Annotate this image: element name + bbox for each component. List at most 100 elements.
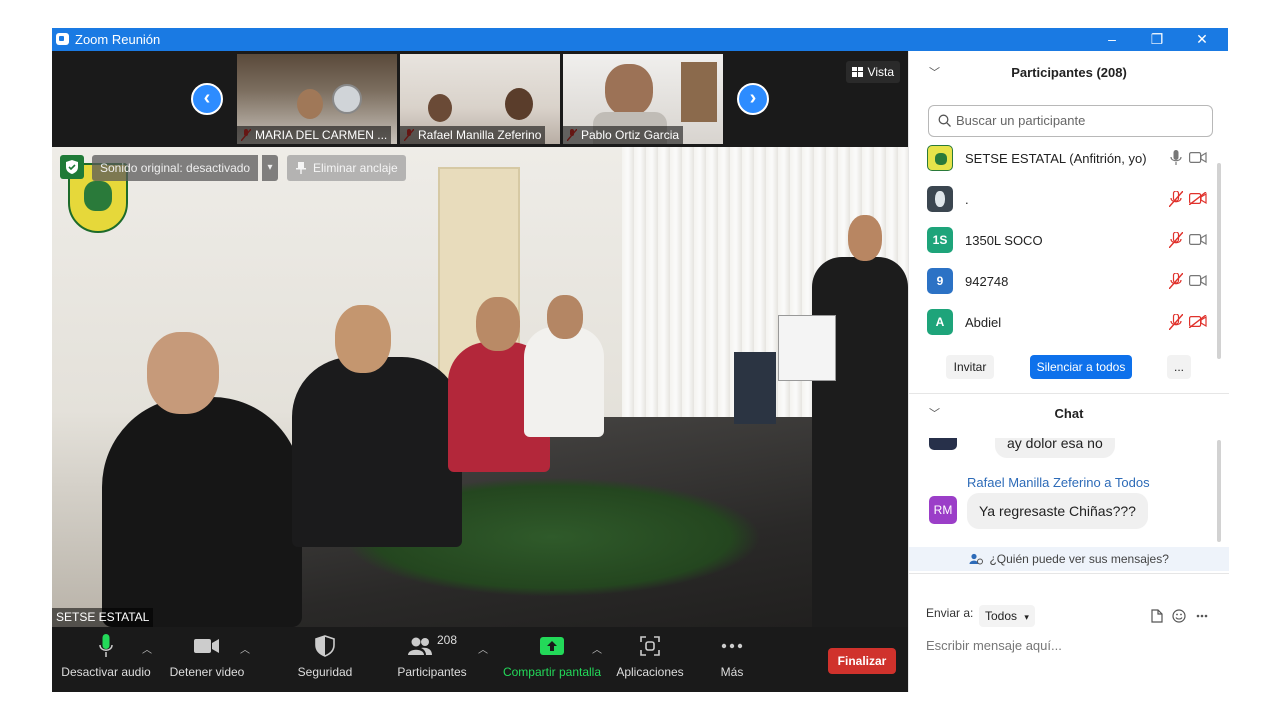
participants-scrollbar[interactable] — [1217, 163, 1221, 359]
video-camera-icon[interactable] — [1189, 233, 1207, 246]
unpin-button[interactable]: Eliminar anclaje — [287, 155, 406, 181]
person — [292, 357, 462, 547]
participants-button[interactable]: 208 Participantes — [394, 633, 470, 679]
security-button[interactable]: Seguridad — [292, 633, 358, 679]
chat-title: Chat — [1054, 406, 1084, 421]
microphone-icon[interactable] — [1169, 150, 1183, 166]
mute-audio-button[interactable]: Desactivar audio — [60, 633, 152, 679]
window-title: Zoom Reunión — [75, 32, 161, 47]
stop-video-label: Detener video — [169, 665, 245, 679]
tv-box — [778, 315, 836, 381]
participants-header: ﹀ Participantes (208) — [909, 53, 1229, 93]
meeting-controls: Desactivar audio ︿ Detener video ︿ Segur… — [52, 627, 908, 692]
title-bar: Zoom Reunión – ❐ ✕ — [52, 28, 1228, 51]
person-head — [476, 297, 520, 351]
more-label: Más — [720, 665, 744, 679]
participant-avatar — [927, 145, 953, 171]
apps-label: Aplicaciones — [616, 665, 684, 679]
active-speaker-video: Sonido original: desactivado ▾ Eliminar … — [52, 147, 908, 627]
muted-mic-icon[interactable] — [1169, 273, 1183, 289]
mute-all-button[interactable]: Silenciar a todos — [1030, 355, 1132, 379]
video-camera-icon[interactable] — [1189, 151, 1207, 164]
video-options-caret[interactable]: ︿ — [240, 641, 250, 656]
thumbnail-name: Rafael Manilla Zeferino — [400, 126, 546, 144]
participant-thumbnail[interactable]: Pablo Ortiz Garcia — [563, 54, 723, 144]
participant-row[interactable]: 9 942748 — [927, 264, 1209, 300]
original-sound-dropdown[interactable]: ▾ — [262, 155, 278, 181]
muted-mic-icon[interactable] — [1169, 232, 1183, 248]
person-head — [848, 215, 882, 261]
view-button[interactable]: Vista — [845, 61, 900, 83]
send-to-value: Todos — [985, 609, 1018, 623]
participant-row[interactable]: A Abdiel — [927, 305, 1209, 341]
chat-message: Ya regresaste Chiñas??? — [967, 493, 1148, 529]
person — [102, 397, 302, 627]
people-icon — [969, 553, 984, 565]
participant-avatar: A — [927, 309, 953, 335]
next-page-button[interactable]: › — [737, 83, 769, 115]
video-camera-icon[interactable] — [1189, 274, 1207, 287]
chevron-down-icon: ▾ — [1024, 612, 1029, 622]
zoom-app-icon — [56, 33, 69, 45]
share-screen-button[interactable]: Compartir pantalla — [502, 633, 602, 679]
restore-button[interactable]: ❐ — [1137, 29, 1177, 50]
share-screen-label: Compartir pantalla — [502, 665, 602, 679]
chat-header: ﹀ Chat — [909, 394, 1229, 434]
video-off-icon[interactable] — [1189, 315, 1207, 328]
participant-search-input[interactable]: Buscar un participante — [928, 105, 1213, 137]
more-dots-icon[interactable] — [1196, 614, 1208, 618]
send-to-label: Enviar a: — [926, 606, 974, 620]
search-icon — [938, 114, 951, 127]
end-meeting-button[interactable]: Finalizar — [828, 648, 896, 674]
file-icon[interactable] — [1151, 609, 1163, 623]
participant-row[interactable]: 1S 1350L SOCO — [927, 223, 1209, 259]
more-button[interactable]: Más — [708, 633, 756, 679]
message-visibility-label: ¿Quién puede ver sus mensajes? — [989, 552, 1169, 566]
muted-mic-icon[interactable] — [1169, 191, 1183, 207]
collapse-chat-chevron-icon[interactable]: ﹀ — [929, 394, 940, 434]
close-window-button[interactable]: ✕ — [1182, 29, 1222, 50]
more-options-button[interactable]: ... — [1167, 355, 1191, 379]
send-to-dropdown[interactable]: Todos ▾ — [979, 605, 1035, 627]
muted-mic-icon[interactable] — [1169, 314, 1183, 330]
message-visibility-link[interactable]: ¿Quién puede ver sus mensajes? — [909, 547, 1229, 571]
microphone-icon — [99, 634, 113, 657]
chat-scrollbar[interactable] — [1217, 440, 1221, 542]
participants-icon — [407, 637, 432, 655]
participant-avatar: 1S — [927, 227, 953, 253]
audio-options-caret[interactable]: ︿ — [142, 641, 152, 656]
original-sound-button[interactable]: Sonido original: desactivado — [92, 155, 259, 181]
participants-count: 208 — [436, 633, 458, 647]
security-label: Seguridad — [297, 665, 353, 679]
participants-title: Participantes (208) — [1011, 65, 1127, 80]
participant-row[interactable]: . — [927, 182, 1209, 218]
previous-page-button[interactable]: ‹ — [191, 83, 223, 115]
participant-thumbnail[interactable]: MARIA DEL CARMEN ... — [237, 54, 397, 144]
participant-name: . — [965, 192, 969, 207]
share-screen-icon — [540, 637, 564, 655]
participant-thumbnail[interactable]: Rafael Manilla Zeferino — [400, 54, 560, 144]
apps-icon — [640, 636, 660, 656]
person-head — [335, 305, 391, 373]
unpin-label: Eliminar anclaje — [313, 161, 398, 175]
minimize-button[interactable]: – — [1092, 29, 1132, 50]
view-label: Vista — [867, 65, 894, 79]
apps-button[interactable]: Aplicaciones — [614, 633, 686, 679]
person-head — [147, 332, 219, 414]
gift-box — [734, 352, 776, 424]
participants-label: Participantes — [397, 665, 467, 679]
participant-name: 942748 — [965, 274, 1009, 289]
sender-avatar: RM — [929, 496, 957, 524]
encryption-shield-icon[interactable] — [60, 155, 84, 179]
share-options-caret[interactable]: ︿ — [592, 641, 602, 656]
invite-button[interactable]: Invitar — [946, 355, 994, 379]
stop-video-button[interactable]: Detener video — [168, 633, 246, 679]
grid-view-icon — [851, 67, 863, 77]
emoji-icon[interactable] — [1172, 609, 1186, 623]
participant-row[interactable]: SETSE ESTATAL (Anfitrión, yo) — [927, 141, 1209, 177]
participants-options-caret[interactable]: ︿ — [478, 641, 488, 656]
collapse-participants-chevron-icon[interactable]: ﹀ — [929, 53, 940, 93]
sender-avatar — [929, 438, 957, 450]
chat-message-input[interactable]: Escribir mensaje aquí... — [926, 638, 1062, 653]
video-off-icon[interactable] — [1189, 192, 1207, 205]
